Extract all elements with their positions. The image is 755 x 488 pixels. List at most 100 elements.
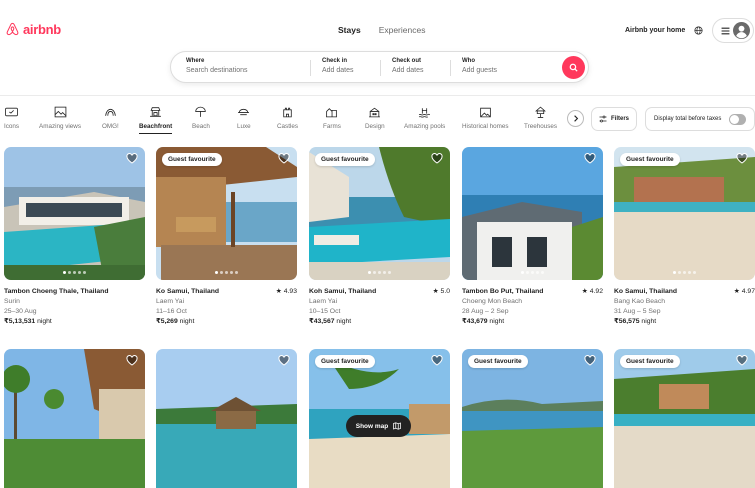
search-divider <box>310 60 311 76</box>
category-amazing-views[interactable]: Amazing views <box>39 106 81 130</box>
category-beachfront[interactable]: Beachfront <box>139 106 173 134</box>
check-out-label: Check out <box>392 58 422 64</box>
photo-dots <box>462 271 603 274</box>
listing-rating: ★ 5.0 <box>432 288 450 295</box>
heart-icon[interactable] <box>278 153 290 164</box>
photo-dots <box>614 271 755 274</box>
display-total-toggle[interactable]: Display total before taxes <box>645 107 755 131</box>
search-bar[interactable]: Where Search destinations Check in Add d… <box>170 51 589 83</box>
tab-experiences[interactable]: Experiences <box>379 25 426 35</box>
guest-favourite-badge: Guest favourite <box>620 355 680 368</box>
heart-icon[interactable] <box>278 355 290 366</box>
check-in-placeholder: Add dates <box>322 67 354 74</box>
icons-icon <box>5 107 18 117</box>
category-farms[interactable]: Farms <box>323 106 341 130</box>
toggle-switch[interactable] <box>729 114 746 125</box>
category-amazing-pools[interactable]: Amazing pools <box>404 106 445 130</box>
category-castles[interactable]: Castles <box>277 106 298 130</box>
listing-photo[interactable] <box>156 349 297 488</box>
airbnb-logo[interactable]: airbnb <box>5 22 61 37</box>
category-design[interactable]: Design <box>365 106 385 130</box>
search-divider <box>380 60 381 76</box>
search-icon <box>569 63 578 72</box>
categories-next-button[interactable] <box>567 110 584 127</box>
amazing-views-icon <box>54 106 66 118</box>
show-map-label: Show map <box>355 422 389 430</box>
nav-tabs: Stays Experiences <box>338 25 425 35</box>
listing-card[interactable] <box>4 349 145 488</box>
heart-icon[interactable] <box>431 153 443 164</box>
listing-location: Bang Kao Beach <box>614 298 666 305</box>
listing-card[interactable]: Guest favourite <box>614 349 755 488</box>
listing-price: ₹43,567 night <box>309 318 352 325</box>
treehouses-icon <box>535 106 546 118</box>
filters-button[interactable]: Filters <box>591 107 637 131</box>
listing-card[interactable]: Guest favourite Ko Samui, Thailand ★ 4.9… <box>156 147 297 327</box>
listing-photo[interactable]: Guest favourite <box>614 147 755 280</box>
menu-icon <box>721 27 730 34</box>
user-menu-button[interactable] <box>712 18 754 43</box>
category-luxe[interactable]: Luxe <box>237 106 251 130</box>
where-field[interactable]: Where Search destinations <box>186 58 247 74</box>
listing-card[interactable]: Guest favourite <box>462 349 603 488</box>
listing-photo[interactable] <box>4 349 145 488</box>
listing-price: ₹56,575 night <box>614 318 657 325</box>
guest-favourite-badge: Guest favourite <box>468 355 528 368</box>
listing-photo[interactable]: Guest favourite <box>462 349 603 488</box>
heart-icon[interactable] <box>431 355 443 366</box>
listing-dates: 25–30 Aug <box>4 308 37 315</box>
listing-photo[interactable]: Guest favourite <box>156 147 297 280</box>
tropical-resort-photo <box>614 349 755 488</box>
beach-house-photo <box>614 147 755 280</box>
palm-villa-photo <box>4 349 145 488</box>
listing-rating: ★ 4.97 <box>733 288 755 295</box>
listing-card[interactable] <box>156 349 297 488</box>
luxe-icon <box>238 108 250 116</box>
map-icon <box>393 422 402 430</box>
guest-favourite-badge: Guest favourite <box>315 153 375 166</box>
tab-stays[interactable]: Stays <box>338 25 361 35</box>
check-out-placeholder: Add dates <box>392 67 424 74</box>
amazing-pools-icon <box>419 108 431 118</box>
listing-card[interactable]: Guest favourite Ko Samui, Thailand ★ 4.9… <box>614 147 755 327</box>
show-map-button[interactable]: Show map <box>346 415 411 437</box>
check-in-field[interactable]: Check in Add dates <box>322 58 354 74</box>
who-field[interactable]: Who Add guests <box>462 58 497 74</box>
heart-icon[interactable] <box>126 355 138 366</box>
where-placeholder: Search destinations <box>186 67 248 74</box>
listing-price: ₹5,269 night <box>156 318 195 325</box>
airbnb-your-home-link[interactable]: Airbnb your home <box>625 27 685 34</box>
heart-icon[interactable] <box>126 153 138 164</box>
historical-homes-icon <box>479 107 491 118</box>
listing-price: ₹43,679 night <box>462 318 505 325</box>
search-button[interactable] <box>562 56 585 79</box>
listing-card[interactable]: Tambon Choeng Thale, Thailand Surin 25–3… <box>4 147 145 327</box>
listing-photo[interactable] <box>462 147 603 280</box>
category-beach[interactable]: Beach <box>192 106 210 130</box>
heart-icon[interactable] <box>736 355 748 366</box>
listing-card[interactable]: Guest favourite Koh Samui, Thailand ★ 5.… <box>309 147 450 327</box>
category-icons[interactable]: Icons <box>4 106 19 130</box>
lagoon-hut-photo <box>156 349 297 488</box>
photo-dots <box>309 271 450 274</box>
who-label: Who <box>462 58 475 64</box>
heart-icon[interactable] <box>584 355 596 366</box>
filters-icon <box>599 115 607 123</box>
listing-photo[interactable]: Guest favourite <box>309 147 450 280</box>
photo-dots <box>4 271 145 274</box>
category-treehouses[interactable]: Treehouses <box>524 106 557 130</box>
listing-photo[interactable] <box>4 147 145 280</box>
listing-photo[interactable]: Guest favourite <box>614 349 755 488</box>
heart-icon[interactable] <box>584 153 596 164</box>
airbnb-logo-icon <box>6 22 19 36</box>
check-out-field[interactable]: Check out Add dates <box>392 58 424 74</box>
listing-card[interactable]: Tambon Bo Put, Thailand ★ 4.92 Choeng Mo… <box>462 147 603 327</box>
listing-rating: ★ 4.93 <box>275 288 297 295</box>
category-historical-homes[interactable]: Historical homes <box>462 106 509 130</box>
guest-favourite-badge: Guest favourite <box>620 153 680 166</box>
listing-title: Koh Samui, Thailand <box>309 288 377 295</box>
heart-icon[interactable] <box>736 153 748 164</box>
omg-icon <box>105 108 116 116</box>
category-omg[interactable]: OMG! <box>102 106 119 130</box>
globe-icon[interactable] <box>694 26 703 35</box>
